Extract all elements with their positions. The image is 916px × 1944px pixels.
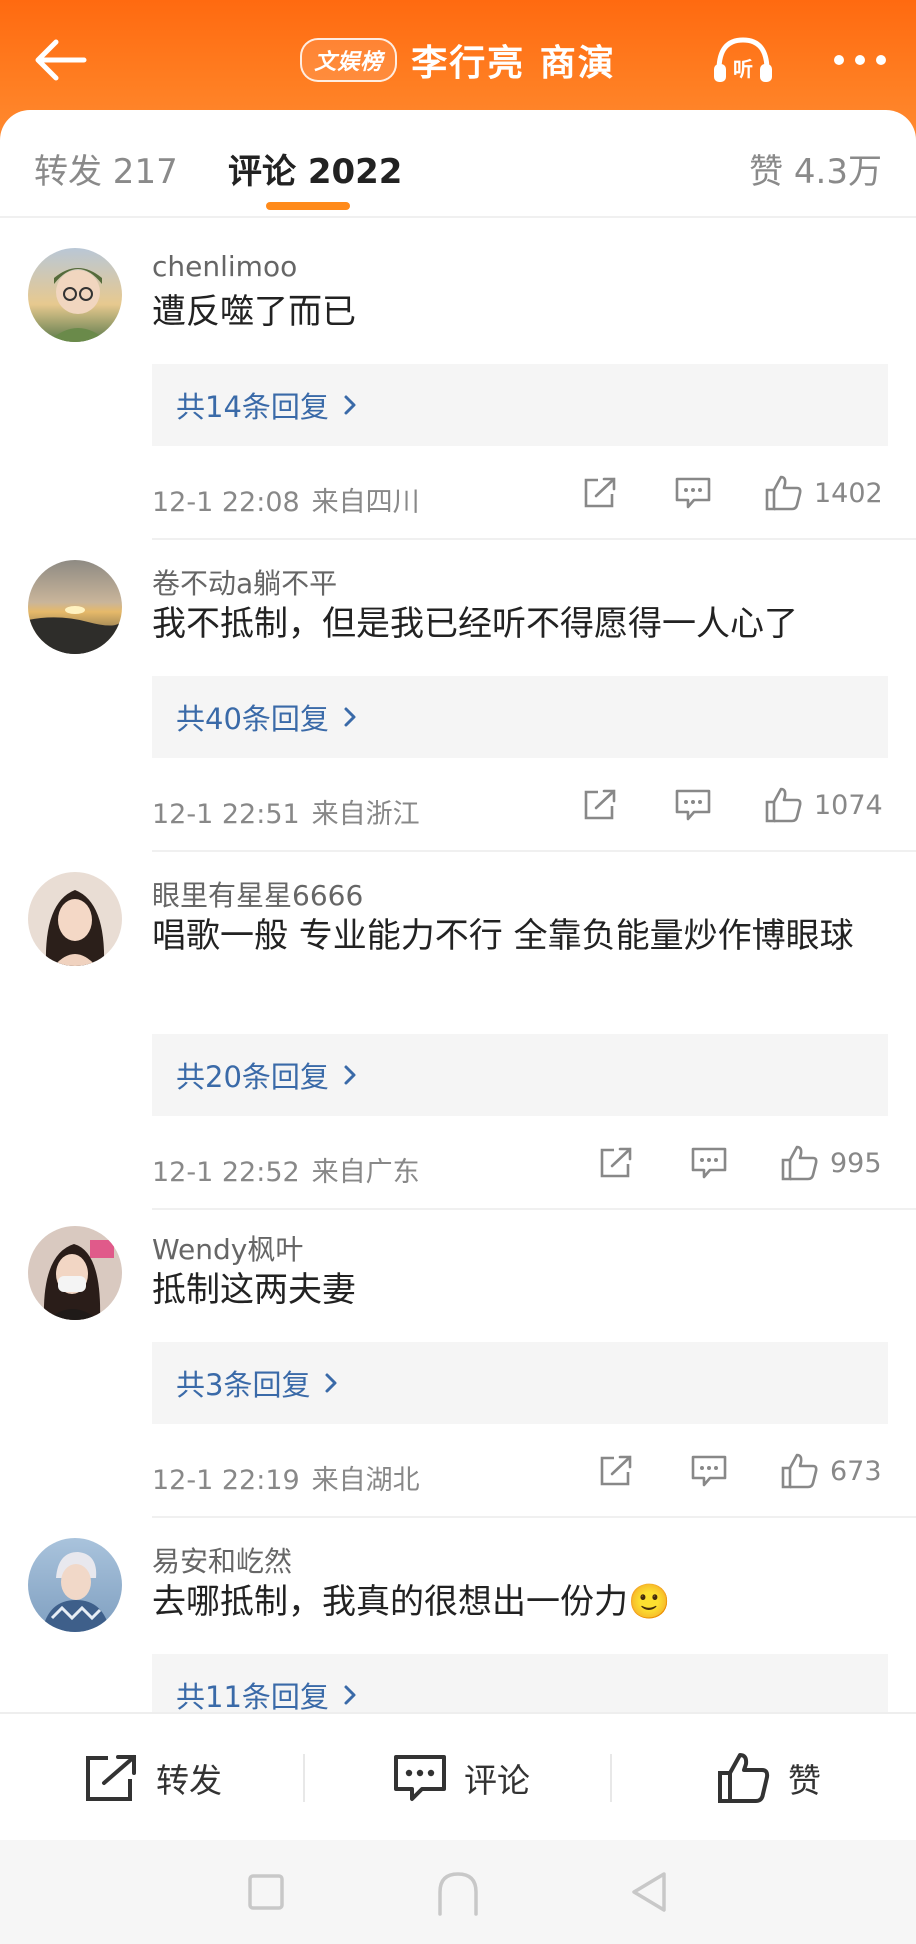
repost-label: 转发	[156, 1761, 222, 1800]
comment-location: 来自广东	[311, 1157, 420, 1188]
comment-meta: 12-1 22:19 来自湖北	[152, 1458, 420, 1497]
bar-separator	[303, 1754, 305, 1802]
tab-bar: 转发 217 评论 2022 赞 4.3万	[0, 110, 916, 218]
like-count: 673	[830, 1455, 882, 1487]
share-icon[interactable]	[582, 788, 618, 822]
more-options-icon[interactable]	[820, 36, 900, 84]
view-replies-button[interactable]: 共40条回复	[152, 676, 888, 758]
view-replies-button[interactable]: 共3条回复	[152, 1342, 888, 1424]
hot-list-badge[interactable]: 文娱榜	[300, 38, 398, 82]
home-icon[interactable]	[432, 1866, 484, 1918]
comment-meta: 12-1 22:52 来自广东	[152, 1150, 420, 1189]
share-icon[interactable]	[598, 1454, 634, 1488]
recent-apps-icon[interactable]	[240, 1866, 292, 1918]
comment-location: 来自四川	[311, 487, 420, 518]
like-button[interactable]: 995	[780, 1144, 882, 1182]
comment-location: 来自湖北	[311, 1465, 420, 1496]
comment-label: 评论	[464, 1761, 530, 1800]
comment-divider	[152, 850, 916, 852]
view-replies-button[interactable]: 共20条回复	[152, 1034, 888, 1116]
back-triangle-icon[interactable]	[624, 1866, 676, 1918]
comment-bubble-icon[interactable]	[674, 476, 712, 510]
tab-repost[interactable]: 转发 217	[34, 144, 178, 193]
page-title: 李行亮 商演	[411, 43, 616, 84]
comment-divider	[152, 1516, 916, 1518]
avatar[interactable]	[28, 1538, 122, 1632]
comment-username[interactable]: 眼里有星星6666	[152, 874, 363, 914]
thumbs-up-icon	[765, 475, 802, 511]
comment-meta: 12-1 22:51 来自浙江	[152, 792, 420, 831]
like-button[interactable]: 1402	[764, 474, 883, 512]
comment-divider	[152, 538, 916, 540]
avatar[interactable]	[28, 560, 122, 654]
reply-count-label: 共14条回复	[176, 390, 329, 424]
chevron-right-icon	[343, 394, 357, 416]
bar-separator	[610, 1754, 612, 1802]
thumbs-up-icon	[765, 787, 802, 823]
chevron-right-icon	[343, 1064, 357, 1086]
comment-location: 来自浙江	[311, 799, 420, 830]
like-button[interactable]: 1074	[764, 786, 883, 824]
comment-meta: 12-1 22:08 来自四川	[152, 480, 420, 519]
comment-bubble-icon[interactable]	[690, 1146, 728, 1180]
comment-text: 我不抵制，但是我已经听不得愿得一人心了	[152, 604, 798, 644]
like-label: 赞	[788, 1761, 821, 1800]
comments-card: 转发 217 评论 2022 赞 4.3万 chenlimoo 遭反噬了而已 共…	[0, 110, 916, 1944]
listen-label: 听	[733, 57, 753, 81]
reply-count-label: 共3条回复	[176, 1368, 311, 1402]
share-icon[interactable]	[598, 1146, 634, 1180]
system-nav-bar	[0, 1840, 916, 1944]
comment-username[interactable]: 卷不动a躺不平	[152, 562, 337, 602]
comment-time: 12-1 22:52	[152, 1157, 300, 1188]
tab-like[interactable]: 赞 4.3万	[749, 144, 882, 193]
comment-time: 12-1 22:19	[152, 1465, 300, 1496]
share-icon[interactable]	[582, 476, 618, 510]
chevron-right-icon	[343, 1684, 357, 1706]
comment-button[interactable]: 评论	[392, 1714, 530, 1842]
active-tab-indicator	[266, 202, 350, 210]
comment-divider	[152, 1208, 916, 1210]
like-count: 1074	[814, 789, 883, 821]
repost-button[interactable]: 转发	[84, 1714, 222, 1842]
like-count: 1402	[814, 477, 883, 509]
reply-count-label: 共11条回复	[176, 1680, 329, 1712]
comment-username[interactable]: Wendy枫叶	[152, 1228, 303, 1268]
avatar[interactable]	[28, 872, 122, 966]
listen-headphones-icon[interactable]: 听	[708, 30, 778, 90]
comment-icon	[394, 1755, 446, 1801]
bottom-action-bar: 转发 评论 赞	[0, 1712, 916, 1840]
chevron-right-icon	[343, 706, 357, 728]
thumbs-up-icon	[781, 1145, 818, 1181]
thumbs-up-icon	[718, 1753, 770, 1803]
header-title-group: 文娱榜 李行亮 商演	[0, 30, 916, 90]
reply-count-label: 共40条回复	[176, 702, 329, 736]
tab-comment[interactable]: 评论 2022	[228, 144, 402, 193]
comment-text: 抵制这两夫妻	[152, 1270, 356, 1310]
comment-username[interactable]: 易安和屹然	[152, 1540, 292, 1580]
comment-text: 遭反噬了而已	[152, 292, 356, 332]
thumbs-up-icon	[781, 1453, 818, 1489]
comment-time: 12-1 22:08	[152, 487, 300, 518]
reply-count-label: 共20条回复	[176, 1060, 329, 1094]
view-replies-button[interactable]: 共11条回复	[152, 1654, 888, 1712]
comment-bubble-icon[interactable]	[690, 1454, 728, 1488]
comment-text: 唱歌一般 专业能力不行 全靠负能量炒作博眼球	[152, 916, 854, 956]
avatar[interactable]	[28, 1226, 122, 1320]
comment-bubble-icon[interactable]	[674, 788, 712, 822]
comment-time: 12-1 22:51	[152, 799, 300, 830]
like-count: 995	[830, 1147, 882, 1179]
chevron-right-icon	[324, 1372, 338, 1394]
repost-icon	[86, 1755, 136, 1801]
like-button[interactable]: 673	[780, 1452, 882, 1490]
like-post-button[interactable]: 赞	[716, 1714, 821, 1842]
comment-username[interactable]: chenlimoo	[152, 250, 297, 283]
view-replies-button[interactable]: 共14条回复	[152, 364, 888, 446]
comment-text: 去哪抵制，我真的很想出一份力🙂	[152, 1582, 671, 1622]
avatar[interactable]	[28, 248, 122, 342]
comment-item: 易安和屹然 去哪抵制，我真的很想出一份力🙂 共11条回复	[0, 1538, 916, 1712]
